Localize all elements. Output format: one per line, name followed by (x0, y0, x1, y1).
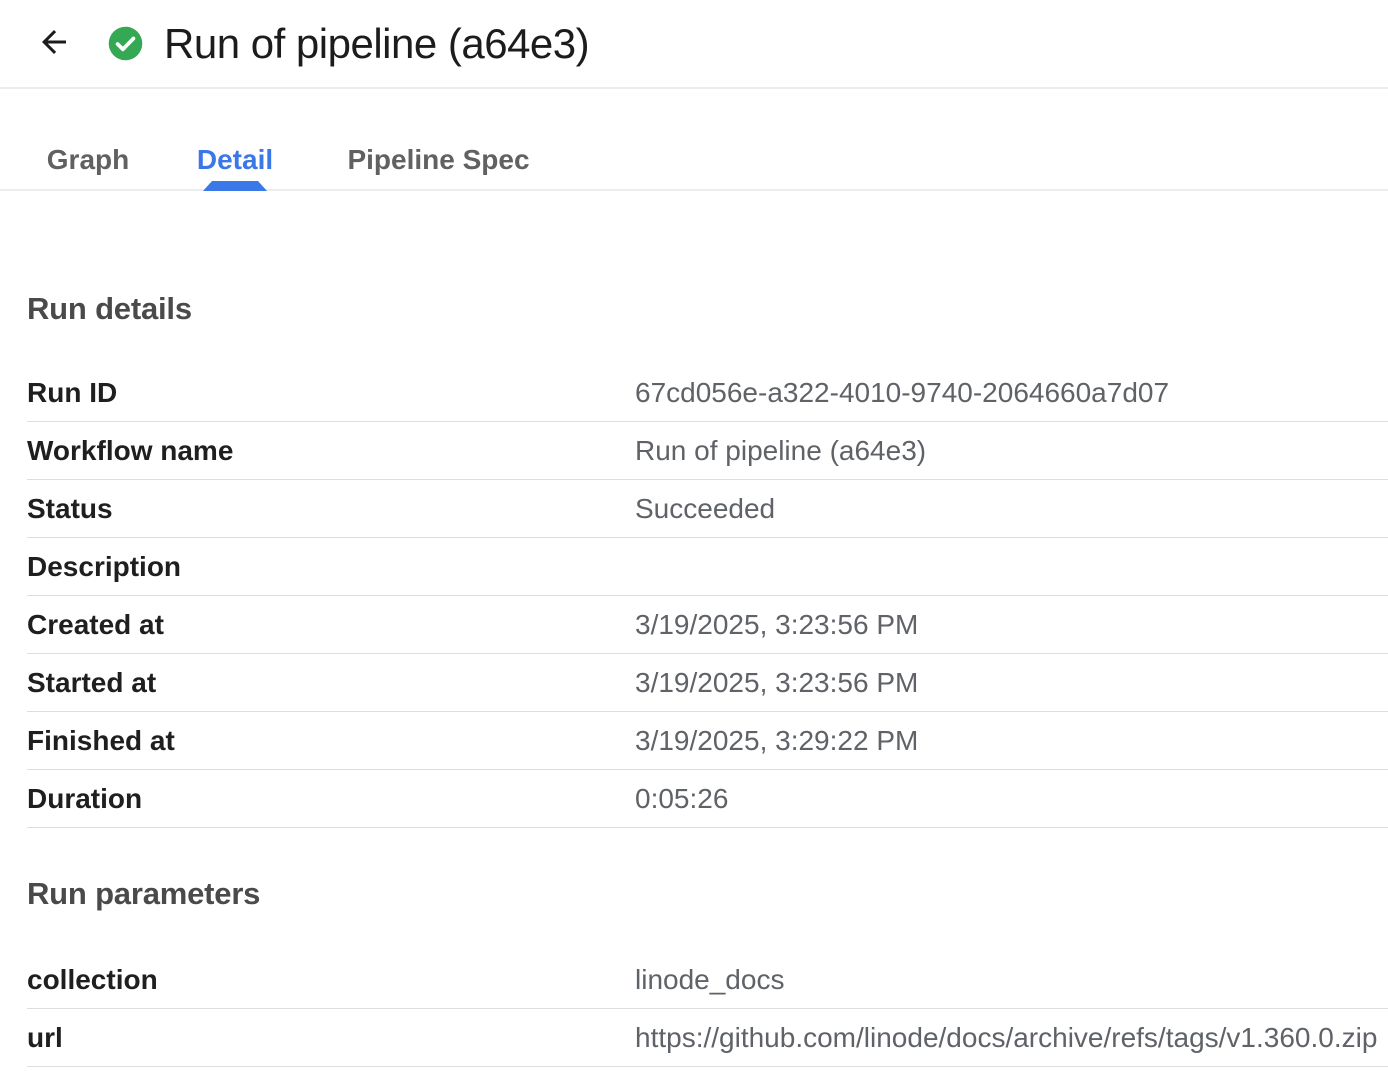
run-parameters-table: collection linode_docs url https://githu… (27, 951, 1388, 1067)
tab-pipeline-spec-label: Pipeline Spec (347, 144, 529, 176)
page-header: Run of pipeline (a64e3) (0, 0, 1388, 89)
row-label: Duration (27, 783, 635, 815)
row-label: Started at (27, 667, 635, 699)
row-label: url (27, 1022, 635, 1054)
row-value: https://github.com/linode/docs/archive/r… (635, 1022, 1377, 1054)
back-button[interactable] (33, 23, 75, 65)
table-row-workflow-name: Workflow name Run of pipeline (a64e3) (27, 422, 1388, 480)
table-row-duration: Duration 0:05:26 (27, 770, 1388, 828)
row-value: 3/19/2025, 3:23:56 PM (635, 667, 918, 699)
table-row-status: Status Succeeded (27, 480, 1388, 538)
table-row-url: url https://github.com/linode/docs/archi… (27, 1009, 1388, 1067)
row-value: linode_docs (635, 964, 784, 996)
row-label: Created at (27, 609, 635, 641)
row-value: 67cd056e-a322-4010-9740-2064660a7d07 (635, 377, 1169, 409)
check-circle-icon (108, 26, 143, 61)
row-label: Workflow name (27, 435, 635, 467)
row-value: Succeeded (635, 493, 775, 525)
row-value: 3/19/2025, 3:29:22 PM (635, 725, 918, 757)
run-details-table: Run ID 67cd056e-a322-4010-9740-2064660a7… (27, 364, 1388, 828)
tab-detail[interactable]: Detail (150, 89, 320, 189)
row-value: 0:05:26 (635, 783, 728, 815)
row-label: Status (27, 493, 635, 525)
table-row-created-at: Created at 3/19/2025, 3:23:56 PM (27, 596, 1388, 654)
tab-graph[interactable]: Graph (26, 89, 150, 189)
page-title: Run of pipeline (a64e3) (164, 20, 589, 68)
row-label: Run ID (27, 377, 635, 409)
table-row-run-id: Run ID 67cd056e-a322-4010-9740-2064660a7… (27, 364, 1388, 422)
tab-pipeline-spec[interactable]: Pipeline Spec (320, 89, 557, 189)
active-tab-indicator (203, 181, 267, 191)
run-details-heading: Run details (27, 291, 1388, 327)
tab-bar: Graph Detail Pipeline Spec (0, 89, 1388, 191)
arrow-left-icon (36, 24, 72, 63)
tab-graph-label: Graph (47, 144, 129, 176)
tab-detail-label: Detail (197, 144, 273, 176)
row-label: collection (27, 964, 635, 996)
table-row-description: Description (27, 538, 1388, 596)
run-parameters-heading: Run parameters (27, 876, 1388, 912)
row-label: Description (27, 551, 635, 583)
table-row-collection: collection linode_docs (27, 951, 1388, 1009)
detail-panel: Run details Run ID 67cd056e-a322-4010-97… (0, 291, 1388, 1067)
table-row-started-at: Started at 3/19/2025, 3:23:56 PM (27, 654, 1388, 712)
table-row-finished-at: Finished at 3/19/2025, 3:29:22 PM (27, 712, 1388, 770)
row-value: 3/19/2025, 3:23:56 PM (635, 609, 918, 641)
row-label: Finished at (27, 725, 635, 757)
row-value: Run of pipeline (a64e3) (635, 435, 926, 467)
